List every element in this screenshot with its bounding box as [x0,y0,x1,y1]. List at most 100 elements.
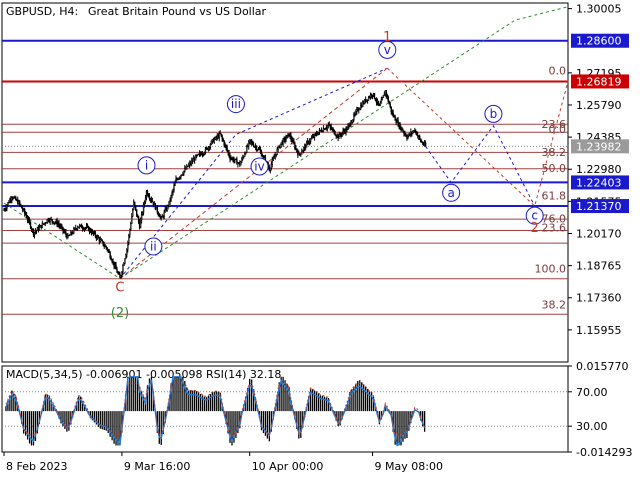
candle-body [62,226,64,232]
price-tick-label: 1.18765 [576,260,622,273]
candle-body [92,231,95,234]
candle-body [412,131,414,134]
candle-body [180,174,182,178]
candle-body [164,208,166,213]
candle-body [153,203,156,205]
candle-body [355,110,357,115]
candle-body [44,222,46,224]
candle-body [331,128,333,130]
candle-body [321,131,324,133]
candle-body [405,133,407,137]
candle-body [117,272,119,274]
candle-body [395,120,397,123]
candle-body [306,140,309,143]
candle-body [99,239,102,242]
candle-body [407,135,409,139]
candle-body [322,128,325,132]
candle-body [356,109,358,112]
candle-body [337,134,339,139]
candle-body [35,230,38,232]
candle-body [418,135,420,137]
candle-body [38,226,41,231]
candle-body [350,122,352,125]
candle-body [392,112,394,117]
candle-body [411,131,413,134]
candle-body [84,227,87,229]
candle-body [323,128,326,130]
candle-body [369,94,372,98]
candle-body [124,258,126,264]
price-badge-label: 1.28600 [576,35,622,48]
candle-body [236,159,238,165]
candle-body [109,252,111,259]
candle-body [287,133,289,136]
candle-body [116,268,118,273]
candle-body [177,178,179,181]
wave-label: i [145,158,148,172]
candle-body [362,102,365,104]
candle-body [13,197,15,199]
candle-body [150,198,153,202]
candle-body [199,152,202,155]
candle-body [271,159,273,165]
candle-body [295,147,297,150]
candle-body [145,190,148,199]
candle-body [107,249,109,252]
price-axis[interactable]: 1.300051.271951.257901.243851.229801.215… [568,3,622,337]
candle-body [210,140,213,145]
candle-body [383,94,386,96]
candle-body [329,124,331,128]
candle-body [277,145,279,150]
candle-body [297,151,299,156]
wave-label: C [115,281,124,296]
candle-body [237,162,239,165]
fibo-level-label: 23.6 [542,222,567,235]
candle-body [197,153,200,155]
candle-body [226,147,228,151]
time-axis[interactable]: 8 Feb 2023 9 Mar 16:00 10 Apr 00:00 9 May 0… [3,452,443,473]
candle-body [385,90,387,96]
candle-body [27,219,30,221]
candle-body [224,144,226,146]
candle-body [325,127,328,129]
price-tick-label: 1.22980 [576,163,622,176]
candle-body [193,158,196,161]
candle-body [141,212,144,215]
reaction-path [386,67,570,207]
candle-body [270,163,273,169]
candle-body [144,197,147,203]
candle-body [336,134,338,137]
candle-body [122,265,124,273]
candle-body [14,196,16,199]
candle-body [93,232,96,234]
candle-body [170,195,172,201]
candle-body [33,231,36,236]
price-chart[interactable]: iiiiiiivv1C(2)abc2 0.023.60.038.250.061.… [0,0,640,480]
candle-body [98,237,101,242]
candle-body [52,221,54,224]
candle-body [24,212,27,216]
candle-body [254,146,257,148]
candle-body [168,200,170,207]
candle-body [305,145,307,148]
candle-body [26,217,29,221]
candle-body [34,230,37,233]
chart-description: Great Britain Pound vs US Dollar [88,5,267,18]
candle-body [204,148,207,154]
candle-body [163,211,165,217]
candle-body [400,127,402,130]
candle-body [353,114,355,120]
wave-label: iv [254,159,264,173]
candle-body [181,174,183,176]
candle-body [157,211,159,215]
candle-body [382,94,385,98]
wave-labels: iiiiiiivv1C(2)abc2 [111,30,544,321]
candle-body [335,134,337,137]
candle-body [102,241,104,246]
candle-body [94,232,97,237]
candle-body [110,257,112,261]
price-tick-label: 1.30005 [576,3,622,16]
candle-body [415,131,417,133]
candle-body [59,224,61,228]
fibo-level-label: 61.8 [542,190,567,203]
